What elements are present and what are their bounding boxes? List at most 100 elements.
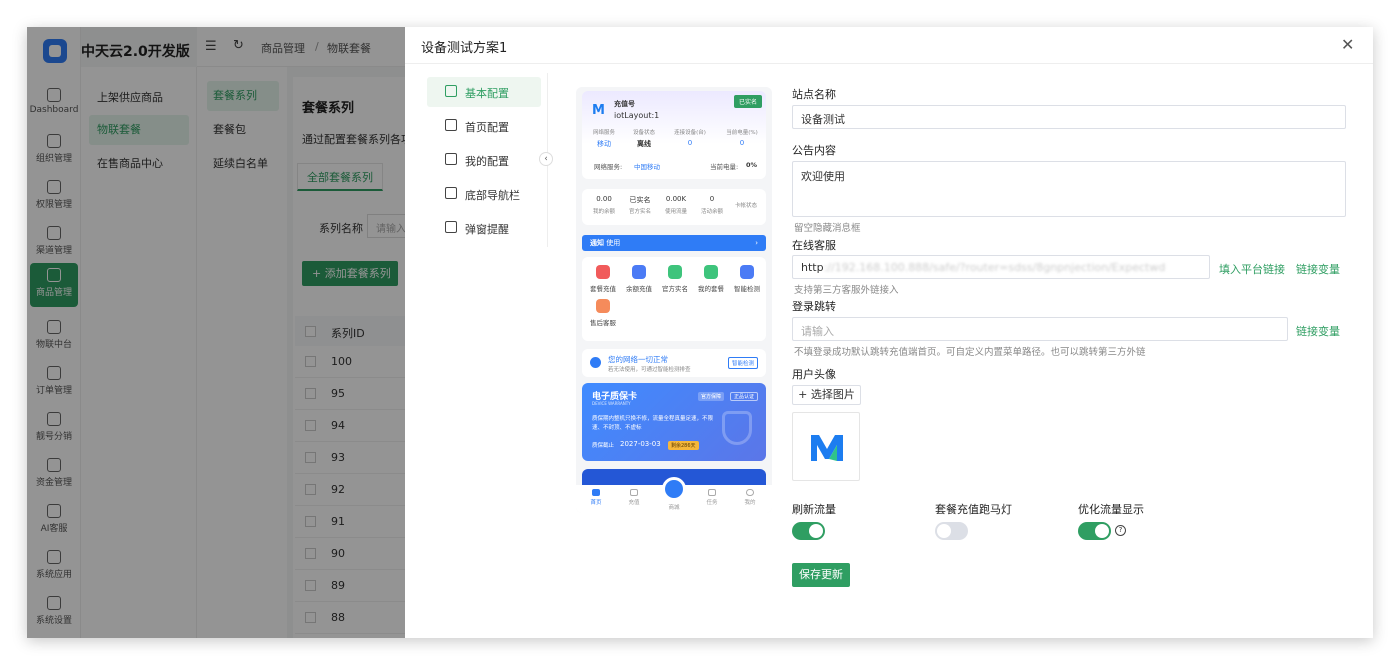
- toggle-knob: [937, 524, 951, 538]
- refresh-traffic-toggle[interactable]: [792, 522, 825, 540]
- action-label: 我的套餐: [698, 285, 724, 293]
- stat-label: 使用流量: [664, 209, 687, 215]
- recharge-icon[interactable]: [596, 265, 610, 279]
- action-label: 套餐充值: [590, 285, 616, 293]
- menu-home-config[interactable]: 首页配置: [427, 111, 541, 141]
- menu-my-config[interactable]: 我的配置: [427, 145, 541, 175]
- service-hint: 支持第三方客服外链接入: [794, 285, 899, 296]
- account-stats: 0.00 已实名 0.00K 0 我的余额 官方实名 使用流量 活动余额 卡帐状…: [582, 189, 766, 225]
- device-card: M 充值号 iotLayout:1 已实名 网络服务 设备状态 连接设备(台) …: [582, 91, 766, 179]
- menu-basic-config[interactable]: 基本配置: [427, 77, 541, 107]
- status-title: 您的网络一切正常: [608, 355, 668, 364]
- puzzle-icon: [445, 119, 457, 131]
- redacted-url: ://192.168.100.888/safe/?router=sdss/8gn…: [823, 261, 1166, 274]
- action-label: 售后客服: [590, 319, 616, 327]
- stat-label: 官方实名: [628, 209, 651, 215]
- stat-label: 当前电量(%): [726, 130, 758, 136]
- stat-label: 卡帐状态: [734, 203, 757, 209]
- tab-home[interactable]: 首页: [584, 489, 608, 506]
- toggle-knob: [1095, 524, 1109, 538]
- status-subtitle: 若无法使用，可通过智能检测排查: [608, 367, 691, 373]
- balance-icon[interactable]: [632, 265, 646, 279]
- notice-textarea[interactable]: 欢迎使用: [792, 161, 1346, 217]
- check-icon: [590, 357, 601, 368]
- warranty-date-label: 质保截止: [592, 443, 615, 449]
- stat-label: 连接设备(台): [674, 130, 706, 136]
- warranty-text: 质保期内整机只换不修，流量全程真量足速，不限速、不封顶、不虚标: [592, 416, 714, 431]
- tab-tasks[interactable]: 任务: [700, 489, 724, 506]
- optimize-traffic-toggle[interactable]: [1078, 522, 1111, 540]
- login-redirect-hint: 不填登录成功默认跳转充值端首页。可自定义内置菜单路径。也可以跳转第三方外链: [794, 347, 1146, 358]
- cart-icon: [630, 489, 638, 496]
- site-name-input[interactable]: 设备测试: [792, 105, 1346, 129]
- config-modal: 设备测试方案1 ✕ 基本配置 首页配置 我的配置 底部导航栏 弹窗提醒 ‹ M …: [405, 27, 1373, 638]
- help-icon[interactable]: ?: [1115, 525, 1126, 536]
- tab-recharge[interactable]: 充值: [622, 489, 646, 506]
- menu-bottom-nav[interactable]: 底部导航栏: [427, 179, 541, 209]
- login-redirect-label: 登录跳转: [792, 300, 836, 313]
- warranty-date: 2027-03-03: [620, 440, 661, 448]
- warranty-days: 剩余286天: [668, 441, 699, 450]
- network-label: 网络服务:: [594, 163, 623, 171]
- login-link-variable[interactable]: 链接变量: [1296, 323, 1340, 339]
- marquee-label: 套餐充值跑马灯: [935, 503, 1012, 516]
- stat-label: 设备状态: [632, 130, 655, 136]
- task-icon: [708, 489, 716, 496]
- toggle-knob: [809, 524, 823, 538]
- stat-value: 移动: [597, 140, 611, 148]
- stat-value: 已实名: [629, 196, 651, 204]
- tab-mine[interactable]: 我的: [738, 489, 762, 506]
- battery-label: 当前电量:: [710, 163, 739, 171]
- stat-value: 离线: [637, 140, 651, 148]
- warranty-tag: 官方保障: [698, 392, 725, 401]
- layout-id: iotLayout:1: [614, 111, 660, 120]
- mall-center-icon[interactable]: [662, 477, 686, 501]
- detect-icon[interactable]: [740, 265, 754, 279]
- collapse-chevron-icon[interactable]: ‹: [539, 152, 553, 166]
- stat-label: 我的余额: [592, 209, 615, 215]
- user-icon: [445, 153, 457, 165]
- realname-icon[interactable]: [668, 265, 682, 279]
- notice-tag: 通知: [590, 239, 604, 247]
- user-icon: [746, 489, 754, 496]
- action-label: 官方实名: [662, 285, 688, 293]
- stat-label: 网络服务: [592, 130, 615, 136]
- smart-detect-button[interactable]: 智能检测: [727, 357, 758, 369]
- my-package-icon[interactable]: [704, 265, 718, 279]
- modal-overlay[interactable]: [27, 27, 405, 638]
- select-image-button[interactable]: + 选择图片: [792, 385, 861, 405]
- fill-platform-link[interactable]: 填入平台链接: [1219, 261, 1285, 277]
- avatar-label: 用户头像: [792, 368, 836, 381]
- quick-actions: 套餐充值 余额充值 官方实名 我的套餐 智能检测 售后客服: [582, 257, 766, 341]
- stat-value: 0.00: [596, 195, 612, 203]
- chevron-right-icon: ›: [755, 239, 758, 247]
- divider: [405, 63, 1373, 64]
- login-redirect-input[interactable]: 请输入: [792, 317, 1288, 341]
- service-label: 在线客服: [792, 239, 836, 252]
- stat-value: 0: [739, 139, 745, 147]
- action-label: 智能检测: [734, 285, 760, 293]
- notice-label: 公告内容: [792, 144, 836, 157]
- brand-m-icon: M: [592, 103, 605, 118]
- close-icon[interactable]: ✕: [1341, 35, 1354, 54]
- modal-title: 设备测试方案1: [421, 41, 508, 56]
- notice-hint: 留空隐藏消息框: [794, 223, 861, 234]
- network-status: 您的网络一切正常 若无法使用，可通过智能检测排查 智能检测: [582, 349, 766, 377]
- service-link-variable[interactable]: 链接变量: [1296, 261, 1340, 277]
- save-update-button[interactable]: 保存更新: [792, 563, 850, 587]
- notice-bar[interactable]: 通知 使用 ›: [582, 235, 766, 251]
- home-icon: [445, 85, 457, 97]
- warranty-card: 电子质保卡 DEVICE WARRANTY 官方保障 正品认证 质保期内整机只换…: [582, 383, 766, 461]
- site-name-label: 站点名称: [792, 88, 836, 101]
- app-window: Dashboard 组织管理 权限管理 渠道管理 商品管理 物联中台 订单管理 …: [27, 27, 1373, 638]
- support-icon[interactable]: [596, 299, 610, 313]
- alarm-icon: [445, 221, 457, 233]
- service-url-input[interactable]: http://192.168.100.888/safe/?router=sdss…: [792, 255, 1210, 279]
- avatar-preview[interactable]: [792, 412, 860, 481]
- verified-badge: 已实名: [733, 95, 762, 108]
- menu-popup-reminder[interactable]: 弹窗提醒: [427, 213, 541, 243]
- battery-value: 0%: [746, 161, 758, 169]
- tab-mall[interactable]: 商城: [662, 503, 686, 511]
- home-icon: [592, 489, 600, 496]
- marquee-toggle[interactable]: [935, 522, 968, 540]
